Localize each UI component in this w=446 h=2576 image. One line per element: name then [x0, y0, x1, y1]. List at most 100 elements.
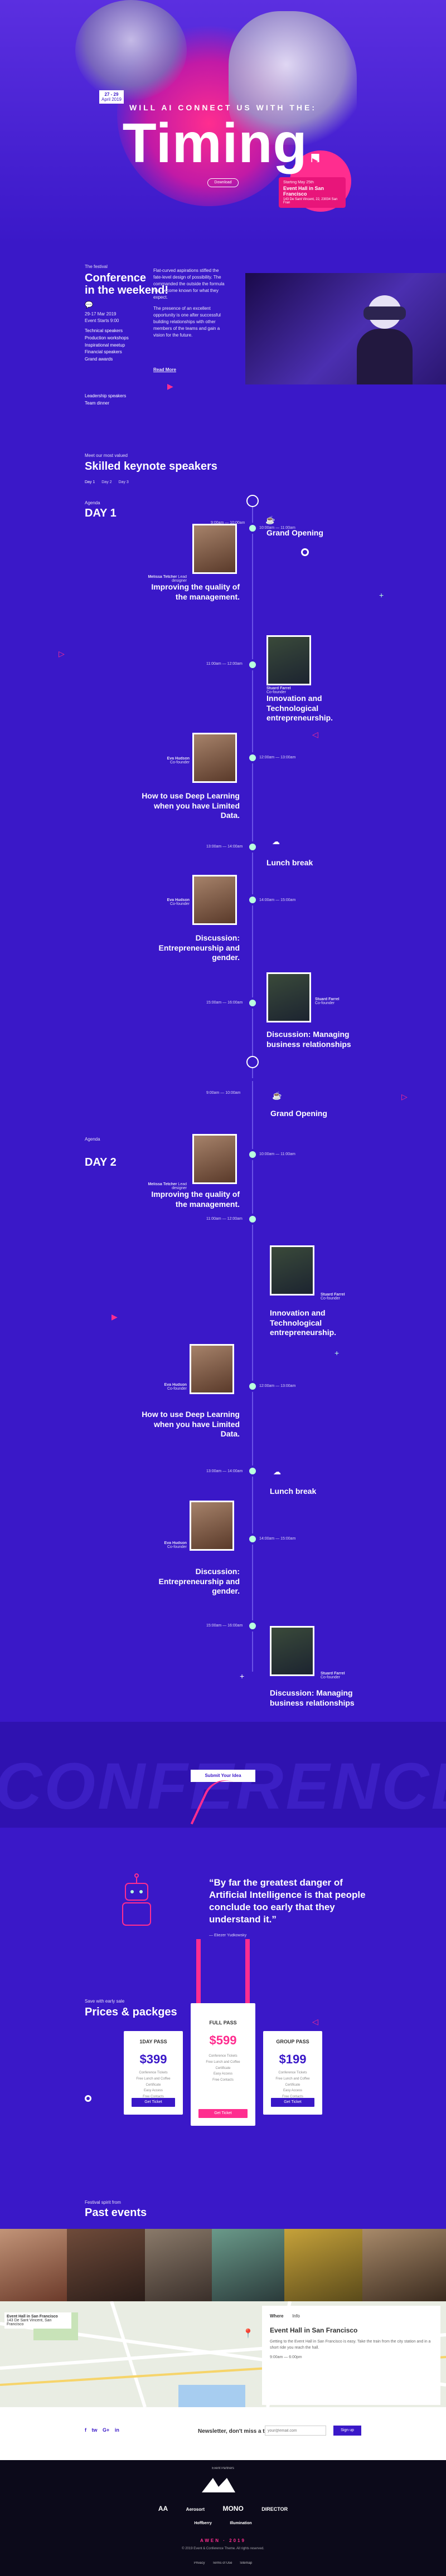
past-event-photo	[145, 2229, 212, 2301]
tab-where[interactable]: Where	[270, 2314, 283, 2319]
price-card-1day: 1DAY PASS $399 Conference Tickets Free Lu…	[124, 2031, 183, 2115]
speaker-photo	[190, 1501, 234, 1551]
astronaut-helmet-image	[75, 0, 187, 100]
past-event-photo	[67, 2229, 145, 2301]
hero-download-button[interactable]: Download	[207, 178, 239, 187]
session-time: 11:00am — 12:00am	[206, 662, 243, 666]
partner-logo: MONO	[222, 2505, 244, 2512]
newsletter-email-input[interactable]	[265, 2426, 326, 2436]
footer-credit: © 2019 Event & Conference Theme. All rig…	[182, 2547, 264, 2550]
triangle-icon: ▷	[59, 649, 65, 658]
tab-day-3[interactable]: Day 3	[119, 480, 129, 484]
session-title: Discussion: Entrepreneurship and gender.	[158, 1567, 240, 1595]
facebook-icon[interactable]: f	[85, 2427, 86, 2433]
weekend-paragraph-2: The presence of an excellent opportunity…	[153, 306, 221, 338]
session-time: 12:00am — 13:00am	[259, 1384, 296, 1388]
footer-link-terms[interactable]: Terms of Use	[212, 2562, 232, 2565]
session-time: 15:00am — 16:00am	[206, 1624, 243, 1628]
session-title: Innovation and Technological entrepreneu…	[266, 694, 333, 722]
pink-ribbon	[245, 1939, 250, 2003]
session-title: How to use Deep Learning when you have L…	[142, 1410, 240, 1438]
speaker-name: Stuard Farrel Co-founder	[321, 1672, 345, 1679]
footer-links: Privacy Terms of Use Sitemap	[0, 2562, 446, 2565]
session-title: Improving the quality of the management.	[151, 1190, 240, 1209]
timeline-node	[247, 659, 258, 670]
quote-text: “By far the greatest danger of Artificia…	[209, 1877, 366, 1925]
plan-price: $399	[139, 2052, 167, 2066]
speaker-photo	[192, 875, 237, 925]
circle-deco	[85, 2095, 91, 2102]
speaker-name: Eva Hudson Co-founder	[167, 898, 190, 906]
hero-date-badge: 27 - 29 April 2019	[99, 90, 124, 104]
day-tabs: Day 1 Day 2 Day 3	[85, 480, 129, 484]
social-links: f tw G+ in	[85, 2427, 119, 2433]
past-event-photo	[0, 2229, 67, 2301]
map-pin-icon: 📍	[243, 2329, 254, 2339]
cloud-icon: ☁	[273, 1467, 281, 1476]
session-time: 10:00am — 11:00am	[259, 1152, 295, 1156]
past-event-photo	[212, 2229, 284, 2301]
session-title: Improving the quality of the management.	[151, 582, 240, 601]
session-title: Discussion: Entrepreneurship and gender.	[158, 933, 240, 962]
linkedin-icon[interactable]: in	[115, 2427, 119, 2433]
twitter-icon[interactable]: tw	[92, 2427, 98, 2433]
timeline-node	[247, 752, 258, 763]
cloud-icon: ☁	[272, 837, 280, 846]
get-ticket-button[interactable]: Get Ticket	[132, 2098, 175, 2107]
footer-link-privacy[interactable]: Privacy	[194, 2562, 205, 2565]
plan-name: 1DAY PASS	[139, 2039, 167, 2044]
circle-deco	[301, 548, 309, 556]
partner-logo: Aerosort	[186, 2507, 205, 2512]
session-time: 12:00am — 13:00am	[259, 756, 296, 759]
hero-card-date: Starting May 25th	[283, 181, 314, 184]
brand-mark-icon	[196, 2477, 250, 2494]
speaker-name: Melissa Tetcher Lead designer	[148, 1182, 187, 1190]
speaker-name: Eva Hudson Co-founder	[164, 1541, 187, 1549]
plus-icon: +	[334, 1348, 340, 1357]
quote-author: — Eliezer Yudkowsky	[209, 1934, 247, 1937]
speaker-name: Stuard Farrel Co-founder	[321, 1293, 345, 1301]
speakers-title: Skilled keynote speakers	[85, 460, 217, 473]
session-title: Innovation and Technological entrepreneu…	[270, 1308, 337, 1337]
weekend-kicker: The festival	[85, 264, 108, 269]
read-more-link[interactable]: Read More	[153, 367, 176, 373]
session-time: 13:00am — 14:00am	[206, 845, 243, 849]
tab-info[interactable]: Info	[292, 2314, 299, 2319]
day1-title: DAY 1	[85, 507, 117, 519]
map-info-panel: Where Info Event Hall in San Francisco Ge…	[262, 2306, 440, 2405]
tab-day-2[interactable]: Day 2	[101, 480, 112, 484]
day2-title: DAY 2	[85, 1156, 117, 1168]
session-time: 13:00am — 14:00am	[206, 1469, 243, 1473]
timeline-node	[247, 1533, 258, 1545]
coffee-icon: ☕	[265, 515, 275, 524]
triangle-icon: ◁	[312, 2017, 318, 2026]
weekend-topics: Technical speakers Production workshops In…	[85, 328, 129, 362]
footer-link-sitemap[interactable]: Sitemap	[240, 2562, 252, 2565]
session-time: 10:00am — 11:00am	[259, 526, 295, 530]
clock-icon	[246, 495, 259, 507]
google-plus-icon[interactable]: G+	[103, 2427, 109, 2433]
session-title: Discussion: Managing business relationsh…	[266, 1030, 351, 1049]
pink-ribbon	[196, 1939, 201, 2003]
speaker-name: Eva Hudson Co-founder	[164, 1383, 187, 1391]
speaker-photo	[192, 524, 237, 574]
newsletter-signup-button[interactable]: Sign up	[333, 2426, 361, 2436]
tab-day-1[interactable]: Day 1	[85, 480, 95, 484]
session-title: Lunch break	[266, 858, 313, 867]
timeline-line-day1	[252, 499, 253, 1078]
past-event-photo	[284, 2229, 362, 2301]
robot-icon	[112, 1872, 162, 1934]
triangle-icon: ▶	[167, 382, 173, 391]
event-map[interactable]: Event Hall in San Francisco 143 De Sant …	[0, 2301, 446, 2407]
get-ticket-button[interactable]: Get Ticket	[271, 2098, 314, 2107]
hero-section: 27 - 29 April 2019 WILL AI CONNECT US WIT…	[0, 0, 446, 245]
price-card-group: GROUP PASS $199 Conference Tickets Free L…	[263, 2031, 322, 2115]
get-ticket-button[interactable]: Get Ticket	[198, 2109, 248, 2118]
speaker-name: Stuard Farrel Co-founder	[266, 686, 291, 694]
speaker-photo	[266, 972, 311, 1022]
speaker-photo	[270, 1626, 314, 1676]
partner-logos-row2: Hoffberry Illumination	[0, 2517, 446, 2527]
past-event-photo	[362, 2229, 446, 2301]
speaker-photo	[190, 1344, 234, 1394]
session-title: Grand Opening	[270, 1109, 327, 1118]
